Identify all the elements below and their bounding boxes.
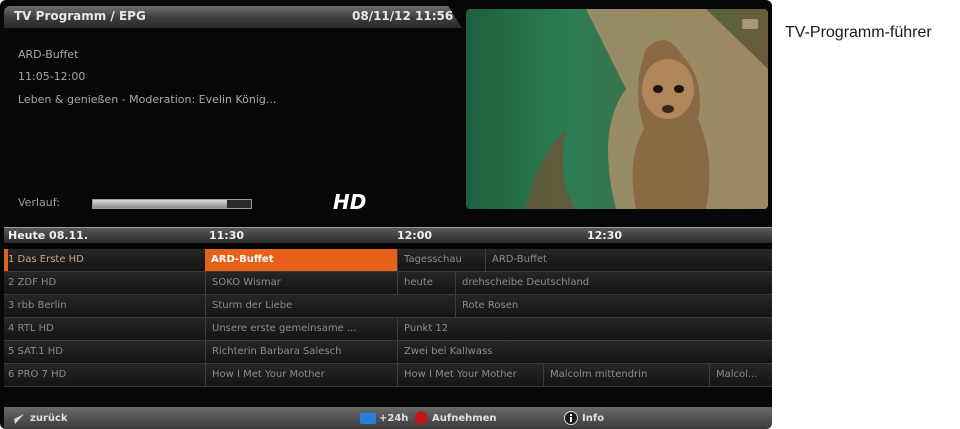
channel-row-rbb[interactable]: 3 rbb Berlin Sturm der Liebe Rote Rosen [4,295,772,318]
channel-row-rtl[interactable]: 4 RTL HD Unsere erste gemeinsame ... Pun… [4,318,772,341]
program-cell[interactable]: How I Met Your Mother [397,364,543,386]
program-cell[interactable]: Malcol... [709,364,772,386]
plus24h-button[interactable]: +24h [379,413,408,424]
meerkat-preview-image [526,9,768,209]
channel-name: 4 RTL HD [8,323,54,334]
channel-name: 1 Das Erste HD [8,254,84,265]
channel-row-sat1[interactable]: 5 SAT.1 HD Richterin Barbara Salesch Zwe… [4,341,772,364]
program-cell[interactable]: Malcolm mittendrin [543,364,709,386]
info-icon [564,411,578,425]
program-time: 11:05-12:00 [18,70,86,83]
program-cell[interactable]: How I Met Your Mother [205,364,397,386]
progress-label: Verlauf: [18,196,60,209]
back-arrow-icon [14,414,24,424]
program-title: ARD-Buffet [18,48,79,61]
record-icon [414,411,428,425]
channel-name: 5 SAT.1 HD [8,346,63,357]
channel-name: 2 ZDF HD [8,277,57,288]
side-caption: TV-Programm-führer [785,24,932,41]
timeline-slot: 12:30 [587,229,623,242]
timeline-slot: 11:30 [209,229,245,242]
hd-badge: HD [333,190,367,214]
back-button[interactable]: zurück [30,413,68,424]
blue-key-icon [360,413,376,424]
program-cell[interactable]: drehscheibe Deutschland [455,272,772,294]
channel-row-zdf[interactable]: 2 ZDF HD SOKO Wismar heute drehscheibe D… [4,272,772,295]
program-cell[interactable]: Sturm der Liebe [205,295,455,317]
program-cell[interactable]: heute [397,272,455,294]
program-cell[interactable]: ARD-Buffet [485,249,772,271]
channel-name: 6 PRO 7 HD [8,369,67,380]
program-cell[interactable]: Zwei bei Kallwass [397,341,772,363]
program-cell-selected[interactable]: ARD-Buffet [205,249,397,271]
channel-row-das-erste[interactable]: 1 Das Erste HD ARD-Buffet Tagesschau ARD… [4,249,772,272]
epg-title: TV Programm / EPG [14,9,146,23]
timeline-header: Heute 08.11. 11:30 12:00 12:30 [4,227,772,243]
program-cell[interactable]: Tagesschau [397,249,485,271]
datetime: 08/11/12 11:56 [352,9,454,23]
program-cell[interactable]: Richterin Barbara Salesch [205,341,397,363]
channel-name: 3 rbb Berlin [8,300,67,311]
program-cell[interactable]: Unsere erste gemeinsame ... [205,318,397,340]
info-button[interactable]: Info [582,413,604,424]
footer-bar: zurück +24h Aufnehmen Info [4,407,772,429]
timeline-day: Heute 08.11. [8,229,89,242]
record-button[interactable]: Aufnehmen [432,413,497,424]
video-preview[interactable] [466,9,768,209]
program-cell[interactable]: SOKO Wismar [205,272,397,294]
program-description: Leben & genießen - Moderation: Evelin Kö… [18,93,277,106]
timeline-slot: 12:00 [397,229,433,242]
epg-screen: TV Programm / EPG 08/11/12 11:56 ARD-Buf… [0,0,772,429]
program-cell[interactable]: Punkt 12 [397,318,772,340]
channel-logo-icon [742,19,758,29]
program-cell[interactable]: Rote Rosen [455,295,772,317]
progress-bar [92,199,252,209]
channel-row-pro7[interactable]: 6 PRO 7 HD How I Met Your Mother How I M… [4,364,772,387]
progress-fill [93,200,228,208]
